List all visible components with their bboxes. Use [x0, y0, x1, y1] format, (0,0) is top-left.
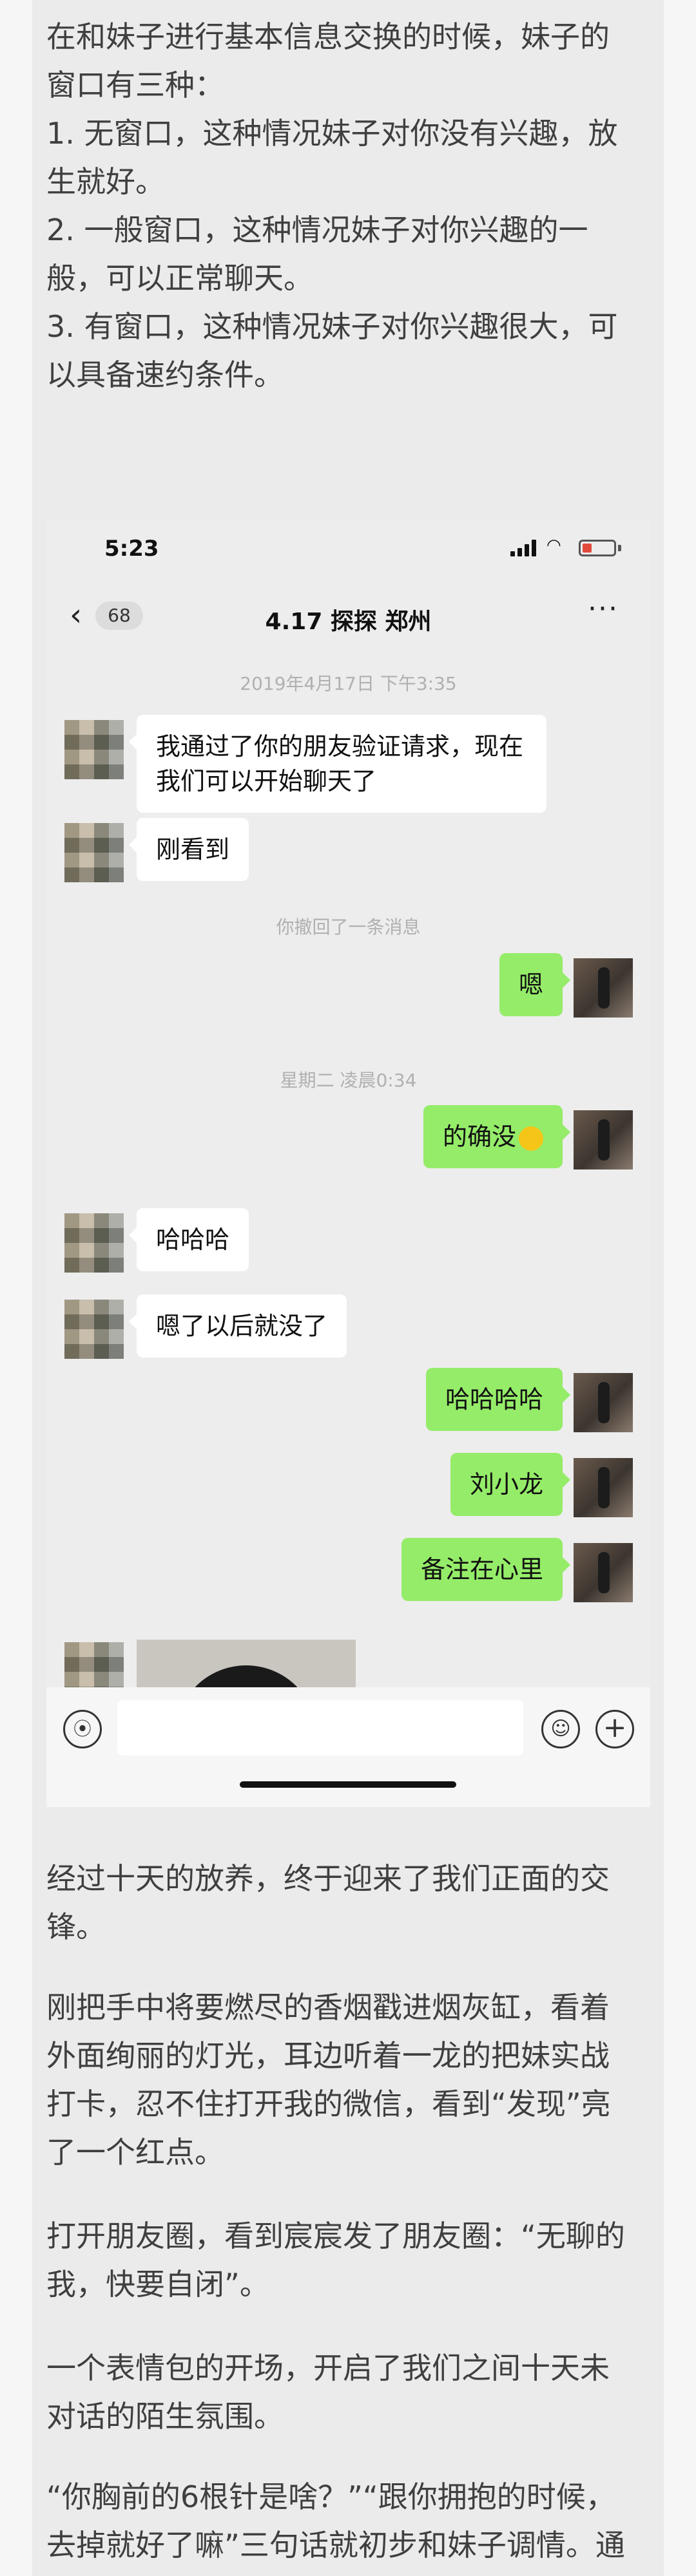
intro-line: 窗口有三种： — [46, 68, 224, 102]
chat-input-bar: ⦿ ☺ + — [46, 1687, 650, 1765]
chat-header: ‹ 68 4.17 探探 郑州 ··· — [46, 590, 650, 648]
my-avatar[interactable] — [574, 1373, 633, 1432]
chat-timestamp: 星期二 凌晨0:34 — [280, 1070, 417, 1091]
article-paragraph: 刚把手中将要燃尽的香烟戳进烟灰缸，看着 外面绚丽的灯光，耳边听着一龙的把妹实战 … — [46, 1984, 652, 2177]
incoming-message[interactable]: 哈哈哈 — [128, 1208, 249, 1271]
my-avatar[interactable] — [574, 958, 633, 1018]
intro-line: 3. 有窗口，这种情况妹子对你兴趣很大，可 — [46, 309, 618, 344]
status-time: 5:23 — [104, 536, 159, 562]
article-paragraph: 打开朋友圈，看到宸宸发了朋友圈：“无聊的 我，快要自闭”。 — [46, 2212, 652, 2309]
wifi-icon: ◠ — [546, 536, 561, 555]
home-indicator[interactable] — [240, 1781, 456, 1788]
recall-notice: 你撤回了一条消息 — [276, 916, 421, 938]
paragraph-line: 外面绚丽的灯光，耳边听着一龙的把妹实战 — [46, 2038, 610, 2073]
outgoing-message[interactable]: 备注在心里 — [401, 1538, 571, 1601]
incoming-message[interactable]: 嗯了以后就没了 — [128, 1294, 347, 1358]
intro-line: 生就好。 — [46, 164, 165, 199]
my-avatar[interactable] — [574, 1110, 633, 1170]
intro-line: 以具备速约条件。 — [46, 357, 284, 392]
more-icon[interactable]: ··· — [588, 592, 619, 625]
outgoing-message[interactable]: 哈哈哈哈 — [425, 1368, 571, 1431]
message-line: 我通过了你的朋友验证请求，现在 — [156, 732, 524, 761]
paragraph-line: 打卡，忍不住打开我的微信，看到“发现”亮 — [46, 2087, 611, 2121]
incoming-message[interactable]: 我通过了你的朋友验证请求，现在 我们可以开始聊天了 — [129, 715, 546, 813]
paragraph-line: 了一个红点。 — [46, 2135, 224, 2170]
contact-avatar[interactable] — [64, 720, 124, 779]
paragraph-line: 对话的陌生氛围。 — [46, 2399, 284, 2434]
contact-avatar[interactable] — [64, 1213, 124, 1273]
my-avatar[interactable] — [574, 1543, 633, 1602]
paragraph-line: 刚把手中将要燃尽的香烟戳进烟灰缸，看着 — [46, 1990, 610, 2025]
voice-icon[interactable]: ⦿ — [63, 1710, 102, 1748]
chat-timestamp: 2019年4月17日 下午3:35 — [240, 673, 457, 694]
paragraph-line: 我，快要自闭”。 — [46, 2267, 269, 2302]
battery-tip — [618, 545, 621, 551]
intro-paragraph: 在和妹子进行基本信息交换的时候，妹子的 窗口有三种： 1. 无窗口，这种情况妹子… — [46, 13, 652, 399]
paragraph-line: 锋。 — [46, 1909, 106, 1944]
paragraph-line: “你胸前的6根针是啥？”“跟你拥抱的时候， — [46, 2479, 615, 2514]
chat-screenshot: 5:23 ◠ ‹ 68 4.17 探探 郑州 ··· 2019年4月17日 下午… — [46, 519, 650, 1807]
contact-avatar[interactable] — [64, 823, 124, 882]
emoji-icon[interactable]: ☺ — [541, 1710, 580, 1748]
outgoing-message[interactable]: 嗯 — [499, 953, 571, 1016]
incoming-message[interactable]: 刚看到 — [128, 818, 249, 881]
home-area — [46, 1765, 650, 1807]
article-paragraph: 经过十天的放养，终于迎来了我们正面的交 锋。 — [46, 1855, 652, 1951]
paragraph-line: 去掉就好了嘛”三句话就初步和妹子调情。通 — [46, 2528, 625, 2562]
article-paragraph: “你胸前的6根针是啥？”“跟你拥抱的时候， 去掉就好了嘛”三句话就初步和妹子调情… — [46, 2473, 652, 2570]
article-paragraph: 一个表情包的开场，开启了我们之间十天未 对话的陌生氛围。 — [46, 2344, 652, 2441]
message-input[interactable] — [117, 1700, 523, 1756]
paragraph-line: 经过十天的放养，终于迎来了我们正面的交 — [46, 1861, 610, 1896]
laughing-emoji-icon — [519, 1126, 543, 1151]
plus-icon[interactable]: + — [595, 1710, 634, 1748]
paragraph-line: 打开朋友圈，看到宸宸发了朋友圈：“无聊的 — [46, 2219, 625, 2253]
outgoing-message[interactable]: 刘小龙 — [450, 1453, 571, 1516]
chat-title: 4.17 探探 郑州 — [265, 609, 432, 635]
status-bar: 5:23 ◠ — [46, 519, 650, 571]
intro-line: 1. 无窗口，这种情况妹子对你没有兴趣，放 — [46, 116, 618, 151]
message-line: 我们可以开始聊天了 — [156, 767, 377, 795]
signal-icon — [510, 540, 537, 556]
intro-line: 2. 一般窗口，这种情况妹子对你兴趣的一 — [46, 213, 588, 247]
message-text: 的确没 — [442, 1122, 516, 1151]
outgoing-message[interactable]: 的确没 — [423, 1105, 571, 1168]
paragraph-line: 一个表情包的开场，开启了我们之间十天未 — [46, 2351, 610, 2385]
intro-line: 在和妹子进行基本信息交换的时候，妹子的 — [46, 19, 610, 54]
intro-line: 般，可以正常聊天。 — [46, 261, 313, 296]
contact-avatar[interactable] — [64, 1300, 124, 1359]
battery-icon — [579, 540, 616, 556]
my-avatar[interactable] — [574, 1458, 633, 1517]
